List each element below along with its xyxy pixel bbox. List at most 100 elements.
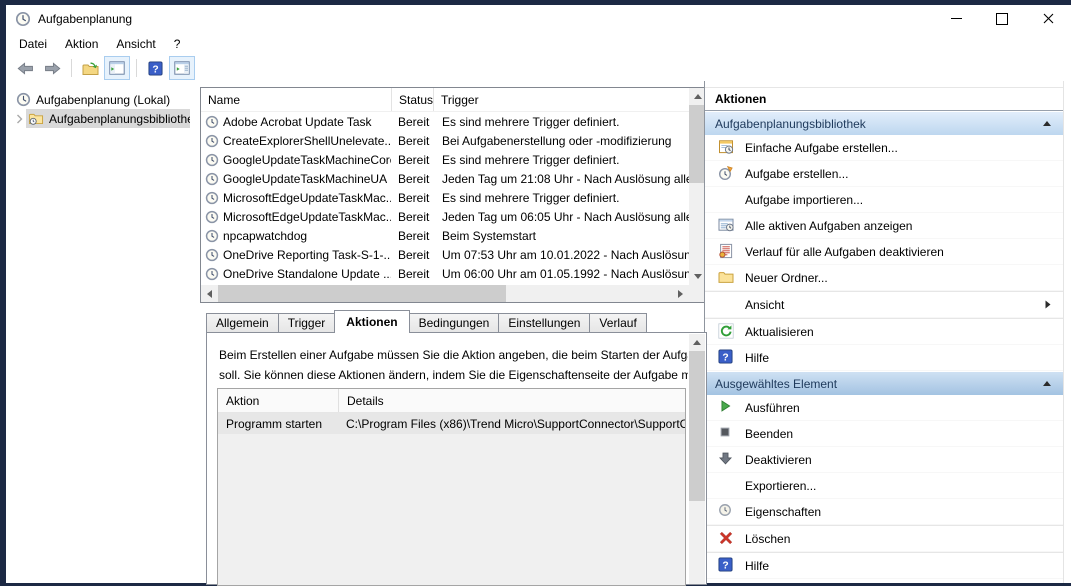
back-icon [17,62,34,75]
properties-clock-icon [718,503,732,517]
action-item-aufgabe-importieren[interactable]: Aufgabe importieren... [705,187,1063,213]
section-header-selected-element[interactable]: Ausgewähltes Element [705,371,1063,395]
show-action-pane-button[interactable] [169,56,195,80]
column-header-name[interactable]: Name [201,88,391,111]
table-row[interactable]: GoogleUpdateTaskMachineUA Bereit Jeden T… [201,169,689,188]
column-header-trigger[interactable]: Trigger [433,88,706,111]
active-tasks-icon [718,217,734,233]
section-header-library[interactable]: Aufgabenplanungsbibliothek [705,111,1063,135]
table-row[interactable]: npcapwatchdog Bereit Beim Systemstart [201,226,689,245]
table-row[interactable]: OneDrive Reporting Task-S-1-... Bereit U… [201,245,689,264]
maximize-button[interactable] [979,5,1025,32]
show-console-tree-button[interactable] [104,56,130,80]
menu-datei[interactable]: Datei [10,34,56,54]
action-item-label: Beenden [745,427,793,441]
table-row[interactable]: GoogleUpdateTaskMachineCore Bereit Es si… [201,150,689,169]
menu-hilfe[interactable]: ? [165,34,190,54]
action-item-label: Verlauf für alle Aufgaben deaktivieren [745,245,944,259]
action-item-label: Deaktivieren [745,453,812,467]
column-header-aktion[interactable]: Aktion [218,389,338,412]
task-status: Bereit [391,153,434,167]
scroll-up-button[interactable] [689,334,705,350]
action-item-beenden[interactable]: Beenden [705,421,1063,447]
action-item-neuer-ordner[interactable]: Neuer Ordner... [705,265,1063,291]
column-header-details[interactable]: Details [338,389,685,412]
tree-library-selection[interactable]: Aufgabenplanungsbibliothek [26,109,190,128]
tab-allgemein[interactable]: Allgemein [206,313,279,332]
svg-text:?: ? [152,64,158,75]
action-item-deaktivieren[interactable]: Deaktivieren [705,447,1063,473]
forward-button[interactable] [39,56,65,80]
action-item-verlauf-deaktivieren[interactable]: Verlauf für alle Aufgaben deaktivieren [705,239,1063,265]
action-item-label: Alle aktiven Aufgaben anzeigen [745,219,912,233]
column-header-status[interactable]: Status [391,88,433,111]
task-trigger: Es sind mehrere Trigger definiert. [434,191,689,205]
scrollbar-thumb[interactable] [689,351,705,501]
table-row[interactable]: MicrosoftEdgeUpdateTaskMac... Bereit Es … [201,188,689,207]
svg-text:?: ? [722,560,728,571]
menu-aktion[interactable]: Aktion [56,34,107,54]
toolbar-separator [136,59,137,77]
action-item-aufgabe-erstellen[interactable]: Aufgabe erstellen... [705,161,1063,187]
scroll-left-button[interactable] [201,285,218,302]
task-clock-icon [205,229,219,243]
task-trigger: Jeden Tag um 06:05 Uhr - Nach Auslösung … [434,210,689,224]
action-item-label: Löschen [745,532,790,546]
action-item-hilfe-2[interactable]: ? Hilfe [705,552,1063,579]
collapse-icon[interactable] [1043,121,1051,126]
help-button[interactable]: ? [142,56,168,80]
run-icon [718,399,732,413]
tab-verlauf[interactable]: Verlauf [589,313,646,332]
export-list-button[interactable] [77,56,103,80]
tree-item-root[interactable]: Aufgabenplanung (Lokal) [6,90,190,109]
close-button[interactable] [1025,5,1071,32]
task-trigger: Bei Aufgabenerstellung oder -modifizieru… [434,134,689,148]
tab-einstellungen[interactable]: Einstellungen [498,313,590,332]
action-item-ausfuehren[interactable]: Ausführen [705,395,1063,421]
svg-text:?: ? [722,352,728,363]
action-item-eigenschaften[interactable]: Eigenschaften [705,499,1063,525]
action-cell: Programm starten [218,417,338,431]
action-item-aktive-aufgaben[interactable]: Alle aktiven Aufgaben anzeigen [705,213,1063,239]
table-row[interactable]: CreateExplorerShellUnelevate... Bereit B… [201,131,689,150]
tab-trigger[interactable]: Trigger [278,313,336,332]
tab-aktionen[interactable]: Aktionen [334,310,409,333]
action-item-ansicht[interactable]: Ansicht [705,291,1063,318]
table-row[interactable]: OneDrive Standalone Update ... Bereit Um… [201,264,689,283]
console-tree: Aufgabenplanung (Lokal) Aufgabenplanungs… [6,81,190,583]
scroll-right-button[interactable] [672,285,689,302]
action-item-einfache-aufgabe[interactable]: Einfache Aufgabe erstellen... [705,135,1063,161]
task-clock-icon [205,248,219,262]
task-status: Bereit [391,134,434,148]
scroll-right-icon [678,290,683,298]
tab-bedingungen[interactable]: Bedingungen [409,313,500,332]
menu-ansicht[interactable]: Ansicht [107,34,164,54]
action-item-exportieren[interactable]: Exportieren... [705,473,1063,499]
action-item-label: Ansicht [745,298,784,312]
delete-icon [718,530,734,546]
action-item-aktualisieren[interactable]: Aktualisieren [705,318,1063,345]
table-row[interactable]: Programm starten C:\Program Files (x86)\… [218,413,685,434]
help-icon: ? [718,349,733,364]
task-status: Bereit [391,191,434,205]
tree-item-library[interactable]: Aufgabenplanungsbibliothek [6,109,190,128]
task-name: GoogleUpdateTaskMachineUA [223,172,387,186]
scrollbar-thumb[interactable] [218,285,506,302]
back-button[interactable] [12,56,38,80]
table-row[interactable]: MicrosoftEdgeUpdateTaskMac... Bereit Jed… [201,207,689,226]
action-item-hilfe[interactable]: ? Hilfe [705,345,1063,371]
task-status: Bereit [391,229,434,243]
table-row[interactable]: Adobe Acrobat Update Task Bereit Es sind… [201,112,689,131]
action-item-label: Ausführen [745,401,800,415]
description-line-2: soll. Sie können diese Aktionen ändern, … [219,365,688,385]
vertical-scrollbar[interactable] [689,334,705,584]
action-table: Aktion Details Programm starten C:\Progr… [217,388,686,586]
actions-panel-title: Aktionen [705,87,1063,111]
horizontal-scrollbar[interactable] [201,285,689,302]
task-trigger: Um 07:53 Uhr am 10.01.2022 - Nach Auslös… [434,248,689,262]
action-item-label: Neuer Ordner... [745,271,828,285]
minimize-button[interactable] [933,5,979,32]
chevron-right-icon[interactable] [16,114,23,124]
action-item-loeschen[interactable]: Löschen [705,525,1063,552]
collapse-icon[interactable] [1043,381,1051,386]
